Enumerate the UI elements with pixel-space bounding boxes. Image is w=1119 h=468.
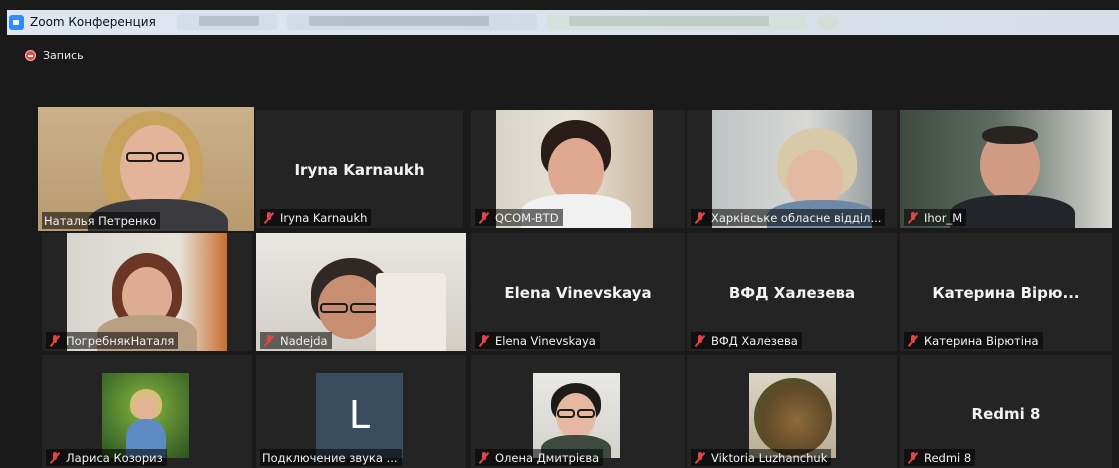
muted-microphone-icon — [906, 334, 920, 348]
participant-nameplate: Харківське обласне відділ... — [691, 209, 886, 226]
participant-nameplate: ПогребнякНаталя — [46, 332, 179, 349]
participant-display-name: ВФД Халезева — [728, 284, 856, 302]
participant-name: Наталья Петренко — [44, 213, 157, 228]
participant-name: Redmi 8 — [924, 450, 972, 465]
participant-name: Elena Vinevskaya — [495, 333, 596, 348]
participant-display-name: Iryna Karnaukh — [294, 161, 425, 179]
background-taskbar-tabs — [177, 10, 877, 35]
participant-tile[interactable]: Iryna Karnaukh Iryna Karnaukh — [256, 110, 463, 228]
muted-microphone-icon — [477, 211, 491, 225]
participant-tile[interactable]: Наталья Петренко — [38, 107, 254, 231]
background-tab — [547, 14, 807, 30]
participant-name: Катерина Вірютіна — [924, 333, 1039, 348]
muted-microphone-icon — [906, 211, 920, 225]
participant-name: Viktoria Luzhanchuk — [711, 450, 828, 465]
muted-microphone-icon — [693, 211, 707, 225]
muted-microphone-icon — [262, 334, 276, 348]
muted-microphone-icon — [262, 211, 276, 225]
muted-microphone-icon — [48, 334, 62, 348]
muted-microphone-icon — [906, 451, 920, 465]
background-tab — [287, 14, 537, 30]
participant-tile[interactable]: Катерина Вірю... Катерина Вірютіна — [900, 233, 1112, 351]
participant-tile[interactable]: Ihor_M — [900, 110, 1112, 228]
participant-avatar: L — [316, 373, 403, 458]
participant-tile[interactable]: L Подключение звука ... — [256, 355, 466, 468]
record-icon — [25, 50, 36, 61]
participant-nameplate: Redmi 8 — [904, 449, 976, 466]
recording-label: Запись — [43, 49, 84, 62]
muted-microphone-icon — [477, 334, 491, 348]
background-tab — [177, 14, 277, 30]
muted-microphone-icon — [693, 334, 707, 348]
participant-video — [102, 373, 189, 458]
participant-name: Ihor_M — [924, 210, 963, 225]
participant-tile[interactable]: Redmi 8 Redmi 8 — [900, 355, 1112, 468]
participant-nameplate: ВФД Халезева — [691, 332, 802, 349]
participant-name: ВФД Халезева — [711, 333, 798, 348]
participant-nameplate: Подключение звука ... — [260, 449, 402, 466]
participant-nameplate: Nadejda — [260, 332, 332, 349]
participant-tile[interactable]: Elena Vinevskaya Elena Vinevskaya — [471, 233, 685, 351]
participant-name: Подключение звука ... — [262, 450, 398, 465]
participant-name: ПогребнякНаталя — [66, 333, 175, 348]
participant-tile[interactable]: Nadejda — [256, 233, 466, 351]
participant-nameplate: Олена Дмитрієва — [475, 449, 604, 466]
participant-name: Олена Дмитрієва — [495, 450, 600, 465]
participant-tile[interactable]: Олена Дмитрієва — [471, 355, 685, 468]
participant-nameplate: Ihor_M — [904, 209, 967, 226]
participant-name: Nadejda — [280, 333, 328, 348]
participant-video — [533, 373, 620, 458]
participant-nameplate: Iryna Karnaukh — [260, 209, 372, 226]
participant-video — [749, 373, 836, 458]
participant-tile[interactable]: ВФД Халезева ВФД Халезева — [687, 233, 897, 351]
participant-tile[interactable]: Лариса Козориз — [42, 355, 252, 468]
participant-tile[interactable]: Viktoria Luzhanchuk — [687, 355, 897, 468]
background-tab — [817, 14, 839, 30]
participant-nameplate: Наталья Петренко — [42, 212, 161, 229]
muted-microphone-icon — [477, 451, 491, 465]
app-title: Zoom Конференция — [30, 15, 156, 29]
participant-name: Iryna Karnaukh — [280, 210, 368, 225]
participant-nameplate: QCOM-BTD — [475, 209, 563, 226]
window-titlebar: Zoom Конференция — [7, 10, 1119, 35]
participant-tile[interactable]: Харківське обласне відділ... — [687, 110, 897, 228]
participant-name: QCOM-BTD — [495, 210, 559, 225]
participant-nameplate: Elena Vinevskaya — [475, 332, 600, 349]
participant-name: Харківське обласне відділ... — [711, 210, 882, 225]
participant-display-name: Катерина Вірю... — [932, 284, 1080, 302]
muted-microphone-icon — [693, 451, 707, 465]
participant-display-name: Redmi 8 — [971, 405, 1041, 423]
participant-display-name: Elena Vinevskaya — [504, 284, 652, 302]
participant-name: Лариса Козориз — [66, 450, 163, 465]
participant-tile[interactable]: ПогребнякНаталя — [42, 233, 252, 351]
participant-nameplate: Лариса Козориз — [46, 449, 167, 466]
zoom-meeting-window: Zoom Конференция Запись Наталья Петренко… — [7, 0, 1119, 468]
zoom-camera-icon — [9, 15, 24, 30]
participant-tile[interactable]: QCOM-BTD — [471, 110, 685, 228]
participant-nameplate: Катерина Вірютіна — [904, 332, 1043, 349]
muted-microphone-icon — [48, 451, 62, 465]
participant-nameplate: Viktoria Luzhanchuk — [691, 449, 832, 466]
